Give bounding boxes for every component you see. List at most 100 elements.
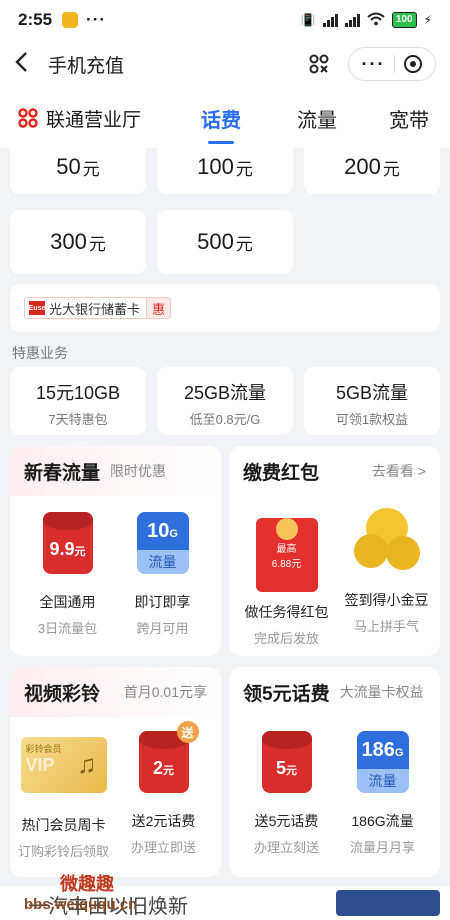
- card-payment-redpacket: 缴费红包 去看看 > 最高 6.88元 做任务得红包 完成后发放 签到得小金豆 …: [229, 446, 440, 656]
- package-name: 25GB流量: [183, 383, 267, 403]
- status-more: ···: [86, 10, 107, 29]
- charging-icon: ⚡: [423, 13, 432, 27]
- amount-unit: 元: [382, 159, 400, 179]
- scan-button[interactable]: [304, 49, 334, 79]
- item-sub: 跨月可用: [136, 621, 189, 636]
- card-subtitle: 大流量卡权益: [339, 684, 424, 700]
- section-label-special: 特惠业务: [12, 345, 68, 361]
- package-card[interactable]: 25GB流量 低至0.8元/G: [157, 367, 293, 435]
- see-more-link[interactable]: 去看看 >: [372, 461, 426, 481]
- pack-bottom: 流量: [356, 769, 409, 793]
- pack-bottom: 流量: [136, 550, 189, 574]
- bonus-item-credit[interactable]: 5元 送5元话费 办理立刻送: [239, 731, 334, 856]
- red-envelope-icon: 最高 6.88元: [255, 518, 318, 592]
- card-header: 新春流量 限时优惠: [10, 446, 221, 496]
- card-video-ringtone: 视频彩铃 首月0.01元享 彩铃会员 VIP ♫ 热门会员周卡 订购彩铃后领取 …: [10, 667, 221, 877]
- data-pack-icon: 186G 流量: [356, 731, 409, 793]
- brand-name: 联通营业厅: [46, 109, 142, 131]
- pack-unit: 元: [286, 764, 297, 777]
- battery-icon: 100: [391, 12, 417, 28]
- spring-item-national[interactable]: 9.9元 全国通用 3日流量包: [20, 512, 115, 637]
- tab-huafei[interactable]: 话费: [201, 104, 241, 133]
- pack-unit: 元: [74, 545, 86, 558]
- amount-unit: 元: [88, 234, 106, 254]
- package-card[interactable]: 15元10GB 7天特惠包: [10, 367, 146, 435]
- music-note-icon: ♫: [77, 749, 97, 779]
- amount-value: 200: [344, 154, 381, 179]
- more-button[interactable]: ···: [362, 54, 386, 75]
- tab-kuandai[interactable]: 宽带: [389, 104, 429, 133]
- amount-option-300[interactable]: 300 元: [10, 210, 146, 274]
- gift-badge: 送: [176, 721, 199, 743]
- content-area: 50 元 100 元 200 元 300 元 500 元 Euse 光大银行储蓄卡 惠 特…: [0, 148, 450, 920]
- vip-card-icon: 彩铃会员 VIP ♫: [20, 737, 107, 793]
- notification-app-icon: [62, 12, 79, 28]
- vibrate-icon: 📳: [300, 13, 316, 27]
- item-label: 186G流量: [351, 813, 414, 829]
- wifi-icon: [367, 12, 385, 29]
- status-time: 2:55: [18, 10, 53, 29]
- tab-liuliang[interactable]: 流量: [297, 104, 337, 133]
- item-label: 签到得小金豆: [344, 592, 429, 608]
- bonus-item-data[interactable]: 186G 流量 186G流量 流量月月享: [335, 731, 430, 856]
- close-miniapp-button[interactable]: [404, 55, 423, 73]
- package-name: 15元10GB: [35, 383, 121, 403]
- signal-2-icon: [344, 13, 360, 27]
- package-name: 5GB流量: [335, 383, 409, 403]
- card-subtitle: 限时优惠: [110, 463, 167, 479]
- nav-bar: 手机充值 ···: [0, 40, 450, 88]
- pack-value: 2: [152, 757, 163, 778]
- card-header: 领5元话费 大流量卡权益: [229, 667, 440, 717]
- card-bonus-credit: 领5元话费 大流量卡权益 5元 送5元话费 办理立刻送 186G 流量 186G…: [229, 667, 440, 877]
- package-desc: 可领1款权益: [335, 412, 409, 427]
- page-title: 手机充值: [48, 55, 125, 77]
- amount-option-50[interactable]: 50 元: [10, 148, 146, 194]
- red-packet-icon: 5元: [261, 731, 312, 793]
- card-title: 新春流量: [24, 462, 101, 484]
- redpacket-item-signin[interactable]: 签到得小金豆 马上拼手气: [339, 506, 434, 635]
- item-label: 送5元话费: [254, 813, 319, 829]
- miniapp-capsule: ···: [348, 47, 436, 81]
- amount-unit: 元: [235, 159, 253, 179]
- ringtone-item-credit[interactable]: 2元 送 送2元话费 办理立即送: [116, 721, 211, 856]
- unicom-logo-icon: [18, 108, 38, 128]
- amount-option-500[interactable]: 500 元: [157, 210, 293, 274]
- red-packet-icon: 2元 送: [138, 721, 199, 793]
- bank-promo-row[interactable]: Euse 光大银行储蓄卡 惠: [10, 284, 440, 332]
- brand-link[interactable]: 联通营业厅: [16, 105, 141, 132]
- scan-icon: [309, 54, 329, 74]
- package-desc: 7天特惠包: [48, 412, 108, 427]
- item-sub: 办理立刻送: [253, 840, 319, 855]
- back-button[interactable]: [14, 49, 42, 80]
- bank-promo-tag: Euse 光大银行储蓄卡 惠: [24, 297, 172, 319]
- amount-unit: 元: [82, 159, 100, 179]
- data-pack-icon: 10G 流量: [136, 512, 189, 574]
- ringtone-item-vip[interactable]: 彩铃会员 VIP ♫ 热门会员周卡 订购彩铃后领取: [16, 737, 111, 860]
- amount-option-100[interactable]: 100 元: [157, 148, 293, 194]
- pack-value: 9.9: [49, 538, 75, 559]
- status-right-group: 📳 100 ⚡: [301, 12, 432, 29]
- card-spring-traffic: 新春流量 限时优惠 9.9元 全国通用 3日流量包 10G 流量 即订即享 跨月…: [10, 446, 221, 656]
- amount-option-200[interactable]: 200 元: [304, 148, 440, 194]
- spring-item-instant[interactable]: 10G 流量 即订即享 跨月可用: [115, 512, 210, 637]
- package-desc: 低至0.8元/G: [189, 412, 261, 427]
- amount-value: 500: [197, 229, 234, 254]
- pack-top: 最高: [276, 544, 297, 555]
- watermark: 微趣趣 bbs.weiququ.cn: [24, 870, 137, 913]
- pack-unit: 元: [163, 764, 174, 777]
- pack-value: 5: [275, 757, 286, 778]
- redpacket-item-task[interactable]: 最高 6.88元 做任务得红包 完成后发放: [239, 506, 334, 647]
- item-label: 即订即享: [134, 594, 191, 610]
- discount-badge: 惠: [146, 298, 171, 318]
- package-card[interactable]: 5GB流量 可领1款权益: [304, 367, 440, 435]
- amount-value: 50: [56, 154, 81, 179]
- item-sub: 办理立即送: [130, 840, 196, 855]
- item-label: 全国通用: [39, 594, 96, 610]
- card-header: 视频彩铃 首月0.01元享: [10, 667, 221, 717]
- amount-value: 100: [197, 154, 234, 179]
- pack-unit: G: [169, 528, 178, 540]
- watermark-line2: bbs.weiququ.cn: [24, 896, 138, 913]
- item-label: 做任务得红包: [244, 604, 329, 620]
- pack-value: 10: [147, 520, 170, 542]
- card-title: 视频彩铃: [24, 683, 101, 705]
